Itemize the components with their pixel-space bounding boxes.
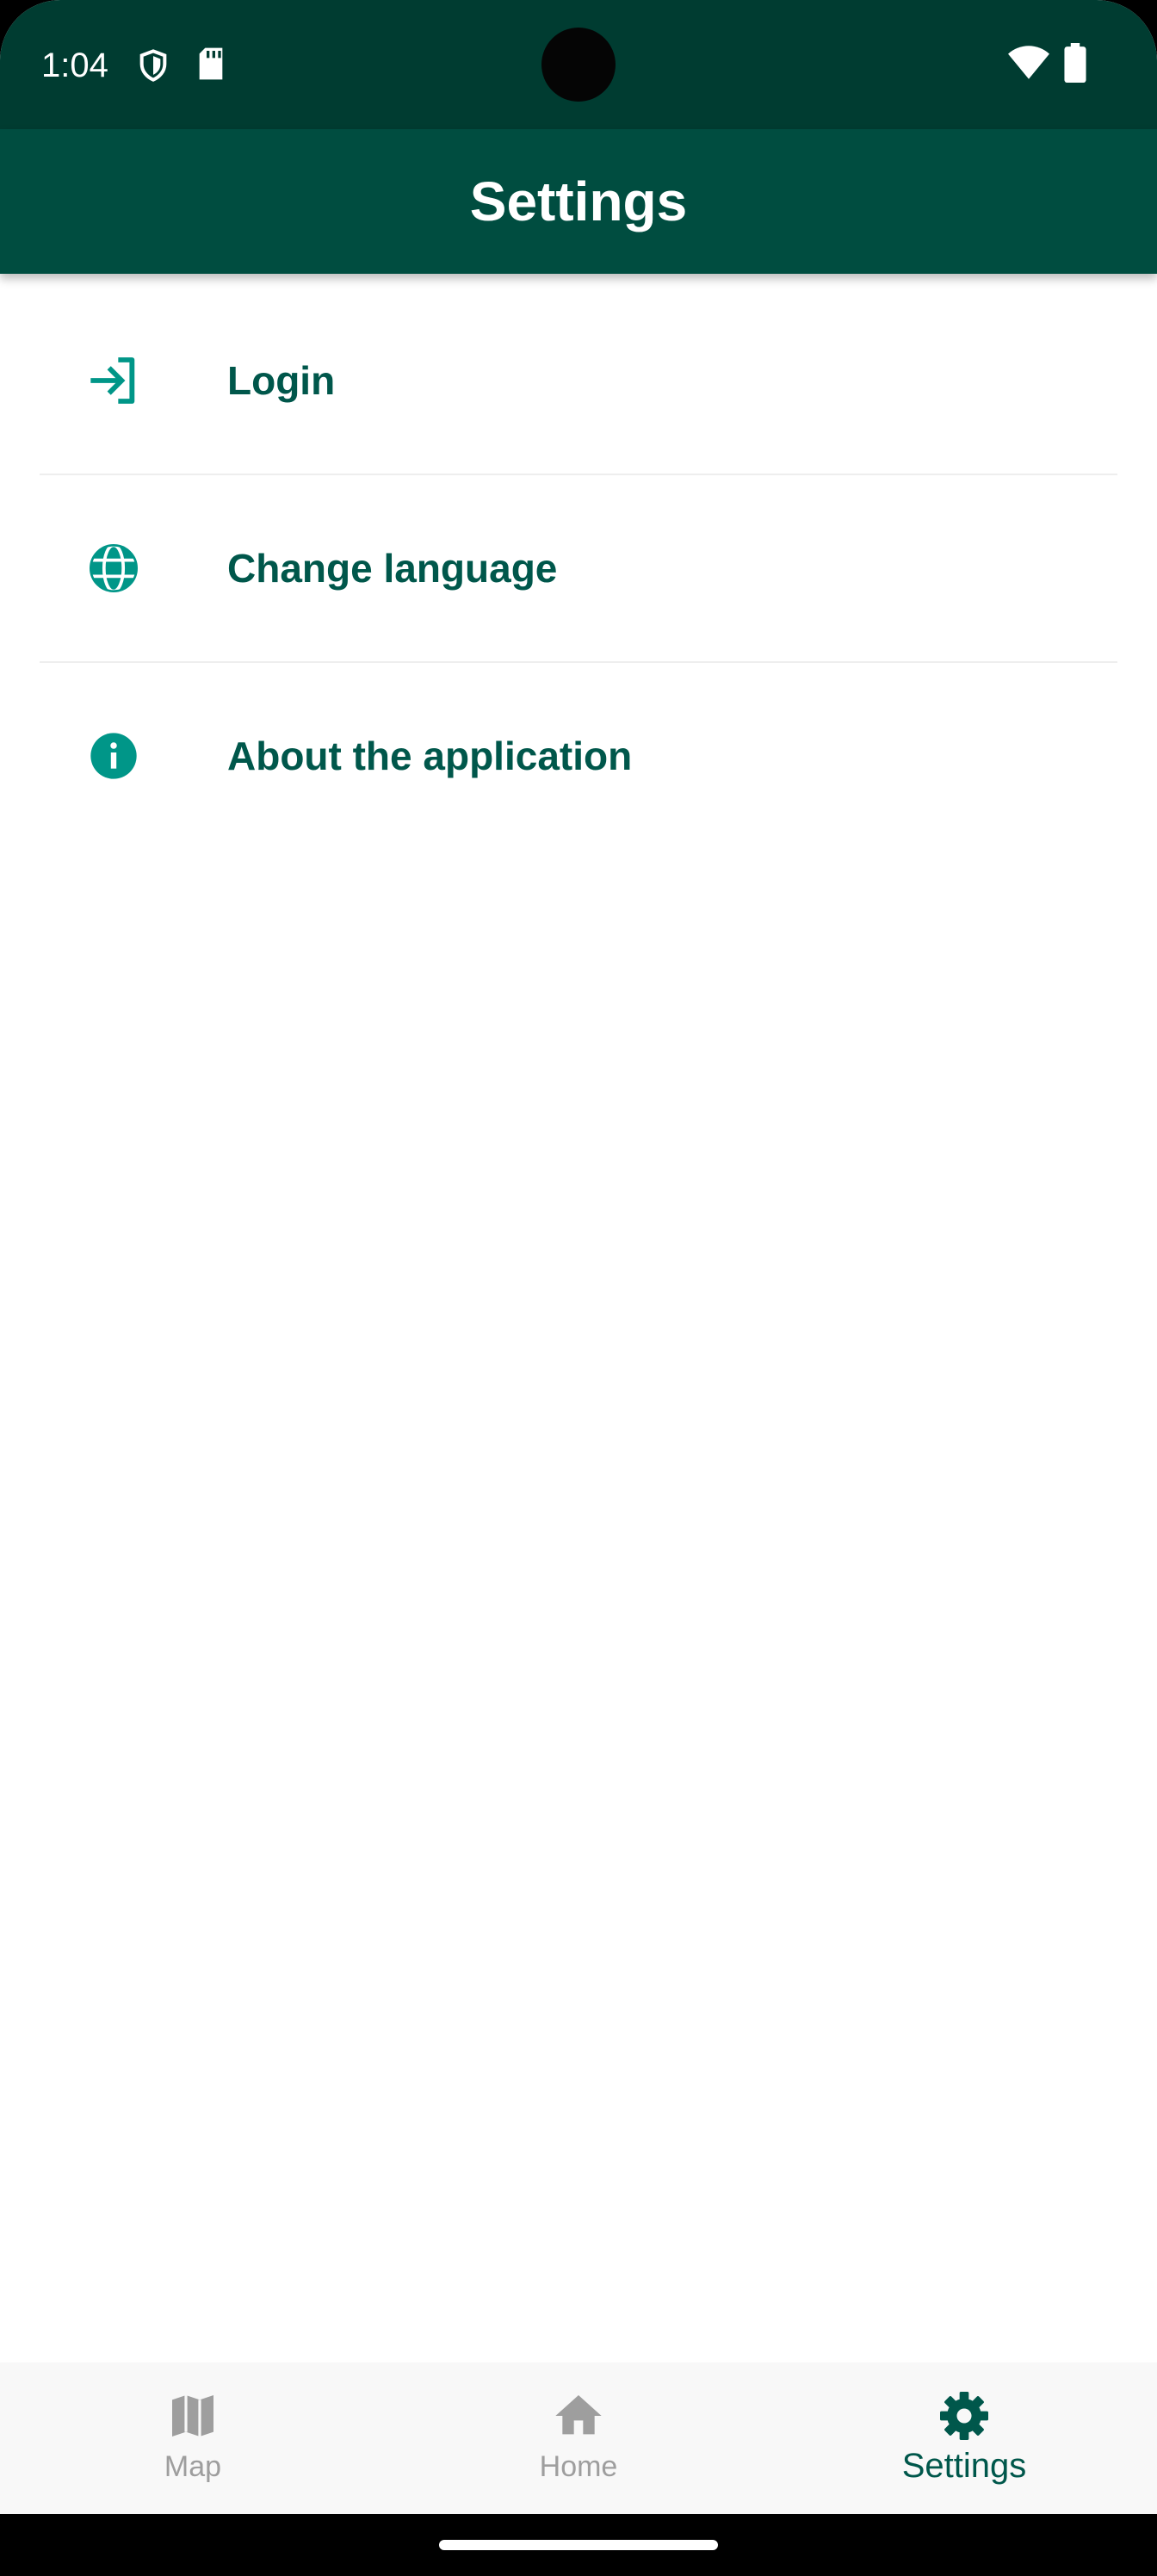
settings-item-label: Login: [227, 358, 336, 403]
bottom-navigation: Map Home Settings: [0, 2362, 1157, 2514]
settings-item-change-language[interactable]: Change language: [40, 475, 1117, 663]
settings-item-login[interactable]: Login: [40, 288, 1117, 475]
settings-list: Login Change language About the applicat…: [0, 288, 1157, 849]
wifi-icon: [1007, 45, 1050, 85]
nav-label: Map: [164, 2450, 222, 2483]
login-icon: [86, 353, 141, 408]
gear-icon: [937, 2388, 992, 2443]
home-icon: [551, 2388, 606, 2443]
status-bar: 1:04: [0, 0, 1157, 129]
status-time: 1:04: [41, 46, 108, 84]
settings-item-label: Change language: [227, 546, 558, 591]
nav-item-home[interactable]: Home: [386, 2362, 771, 2514]
camera-cutout: [541, 28, 616, 102]
nav-label: Home: [539, 2450, 618, 2483]
settings-screen: 1:04 Settings Login Change language Abou…: [0, 0, 1157, 2576]
globe-icon: [86, 541, 141, 596]
shield-icon: [136, 46, 170, 89]
sd-card-icon: [196, 46, 226, 85]
nav-label: Settings: [901, 2447, 1027, 2485]
map-icon: [165, 2388, 220, 2443]
gesture-handle[interactable]: [439, 2540, 718, 2550]
app-bar: Settings: [0, 129, 1157, 274]
settings-item-label: About the application: [227, 734, 633, 778]
settings-item-about[interactable]: About the application: [40, 663, 1117, 849]
info-icon: [86, 728, 141, 783]
page-title: Settings: [469, 170, 688, 232]
nav-item-settings[interactable]: Settings: [771, 2362, 1157, 2514]
battery-icon: [1064, 43, 1086, 87]
nav-item-map[interactable]: Map: [0, 2362, 386, 2514]
